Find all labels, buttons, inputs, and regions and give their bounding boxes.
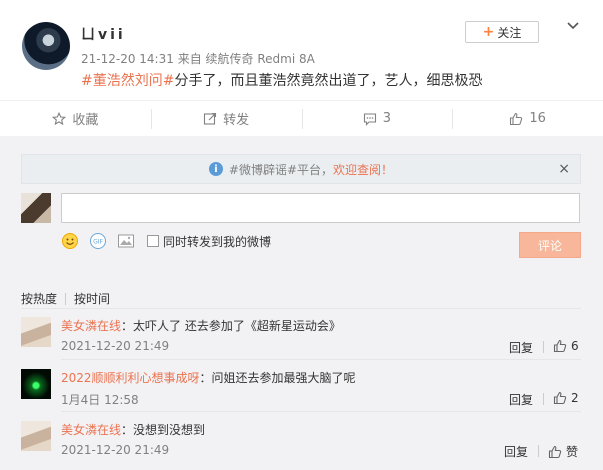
sort-bar: 按热度 按时间 xyxy=(21,290,110,307)
star-icon xyxy=(52,111,67,125)
sort-by-time[interactable]: 按时间 xyxy=(74,290,110,307)
comment-button[interactable]: 3 xyxy=(301,101,453,136)
comment-body: 2022顺顺利利心想事成呀：问姐还去参加最强大脑了呢 xyxy=(61,369,356,386)
comment-action-divider xyxy=(538,445,539,457)
comment-icon xyxy=(363,112,376,126)
commenter-name[interactable]: 美女潾在线 xyxy=(61,319,121,333)
comment-like-count: 6 xyxy=(571,339,579,353)
thumbs-up-icon xyxy=(548,445,562,458)
comment-divider xyxy=(61,359,581,360)
post-content: #董浩然刘问#分手了，而且董浩然竟然出道了，艺人，细思极恐 xyxy=(81,70,482,90)
repost-checkbox-label: 同时转发到我的微博 xyxy=(163,234,272,249)
info-icon: i xyxy=(208,162,223,176)
reply-button[interactable]: 回复 xyxy=(509,391,533,408)
comment-like-count: 赞 xyxy=(566,445,579,459)
comment-action-divider xyxy=(543,393,544,405)
sort-divider xyxy=(65,292,67,305)
repost-button[interactable]: 转发 xyxy=(150,101,302,136)
follow-button[interactable]: + 关注 xyxy=(465,21,539,43)
divider xyxy=(21,308,581,309)
commenter-name[interactable]: 美女潾在线 xyxy=(61,423,121,437)
thumbs-up-icon xyxy=(510,112,523,125)
follow-label: 关注 xyxy=(497,25,522,40)
like-button[interactable]: 16 xyxy=(452,101,603,136)
gif-icon[interactable]: GIF xyxy=(89,232,107,250)
comment-like-count: 2 xyxy=(571,391,579,405)
repost-checkbox[interactable]: 同时转发到我的微博 xyxy=(147,233,271,250)
sort-by-hot[interactable]: 按热度 xyxy=(21,290,57,307)
repost-label: 转发 xyxy=(223,113,250,128)
comment-input[interactable] xyxy=(61,193,580,223)
emoji-icon[interactable] xyxy=(61,232,79,250)
svg-text:GIF: GIF xyxy=(93,239,103,246)
thumbs-up-icon xyxy=(553,391,567,405)
reply-button[interactable]: 回复 xyxy=(509,339,533,356)
comment-divider xyxy=(61,411,581,412)
rumor-notice: i #微博辟谣#平台， 欢迎查阅！ × xyxy=(21,154,581,184)
comment-action-divider xyxy=(543,341,544,353)
comment-count: 3 xyxy=(382,111,392,126)
close-icon[interactable]: × xyxy=(558,161,570,177)
post-hashtag[interactable]: #董浩然刘问# xyxy=(81,73,174,89)
comment-like-button[interactable]: 2 xyxy=(553,391,579,405)
notice-text: #微博辟谣#平台， xyxy=(228,162,334,177)
submit-comment-button[interactable]: 评论 xyxy=(519,232,581,258)
composer-tools: GIF 同时转发到我的微博 xyxy=(61,232,271,250)
comment-like-button[interactable]: 6 xyxy=(553,339,579,353)
author-name[interactable]: ㄩⅴⅰⅰ xyxy=(81,24,126,44)
comment-time: 2021-12-20 21:49 xyxy=(61,443,170,457)
notice-link[interactable]: 欢迎查阅！ xyxy=(333,161,393,178)
post-card: ㄩⅴⅰⅰ 21-12-20 14:31 来自 续航传奇 Redmi 8A #董浩… xyxy=(0,0,603,100)
comment-panel: i #微博辟谣#平台， 欢迎查阅！ × GIF 同时转发到我的微博 评论 按热度… xyxy=(0,136,603,470)
image-icon[interactable] xyxy=(117,232,135,250)
reply-button[interactable]: 回复 xyxy=(504,443,528,460)
favorite-button[interactable]: 收藏 xyxy=(0,101,151,136)
comment-time: 2021-12-20 21:49 xyxy=(61,339,170,353)
comment-time: 1月4日 12:58 xyxy=(61,393,139,407)
commenter-avatar[interactable] xyxy=(21,369,51,399)
chevron-down-icon[interactable] xyxy=(566,18,580,32)
thumbs-up-icon xyxy=(553,339,567,353)
favorite-label: 收藏 xyxy=(72,113,99,128)
plus-icon: + xyxy=(482,24,495,40)
post-meta: 21-12-20 14:31 来自 续航传奇 Redmi 8A xyxy=(81,50,315,67)
post-timestamp[interactable]: 21-12-20 14:31 xyxy=(81,52,174,66)
repost-icon xyxy=(204,112,217,125)
comment-body: 美女潾在线：太吓人了 还去参加了《超新星运动会》 xyxy=(61,317,341,334)
comment-text: ：问姐还去参加最强大脑了呢 xyxy=(199,371,356,385)
author-avatar[interactable] xyxy=(22,22,70,70)
commenter-avatar[interactable] xyxy=(21,421,51,451)
commenter-avatar[interactable] xyxy=(21,317,51,347)
comment-like-button[interactable]: 赞 xyxy=(548,443,578,460)
post-text: 分手了，而且董浩然竟然出道了，艺人，细思极恐 xyxy=(174,73,483,89)
source-prefix: 来自 xyxy=(177,52,202,66)
comment-body: 美女潾在线：没想到没想到 xyxy=(61,421,205,438)
like-count: 16 xyxy=(529,111,546,126)
comment-text: ：太吓人了 还去参加了《超新星运动会》 xyxy=(121,319,341,333)
action-bar: 收藏 转发 3 16 xyxy=(0,100,603,136)
commenter-name[interactable]: 2022顺顺利利心想事成呀 xyxy=(61,371,200,385)
checkbox-box[interactable] xyxy=(147,235,159,247)
comment-text: ：没想到没想到 xyxy=(121,423,206,437)
post-source[interactable]: 续航传奇 Redmi 8A xyxy=(206,52,315,66)
my-avatar[interactable] xyxy=(21,193,51,223)
